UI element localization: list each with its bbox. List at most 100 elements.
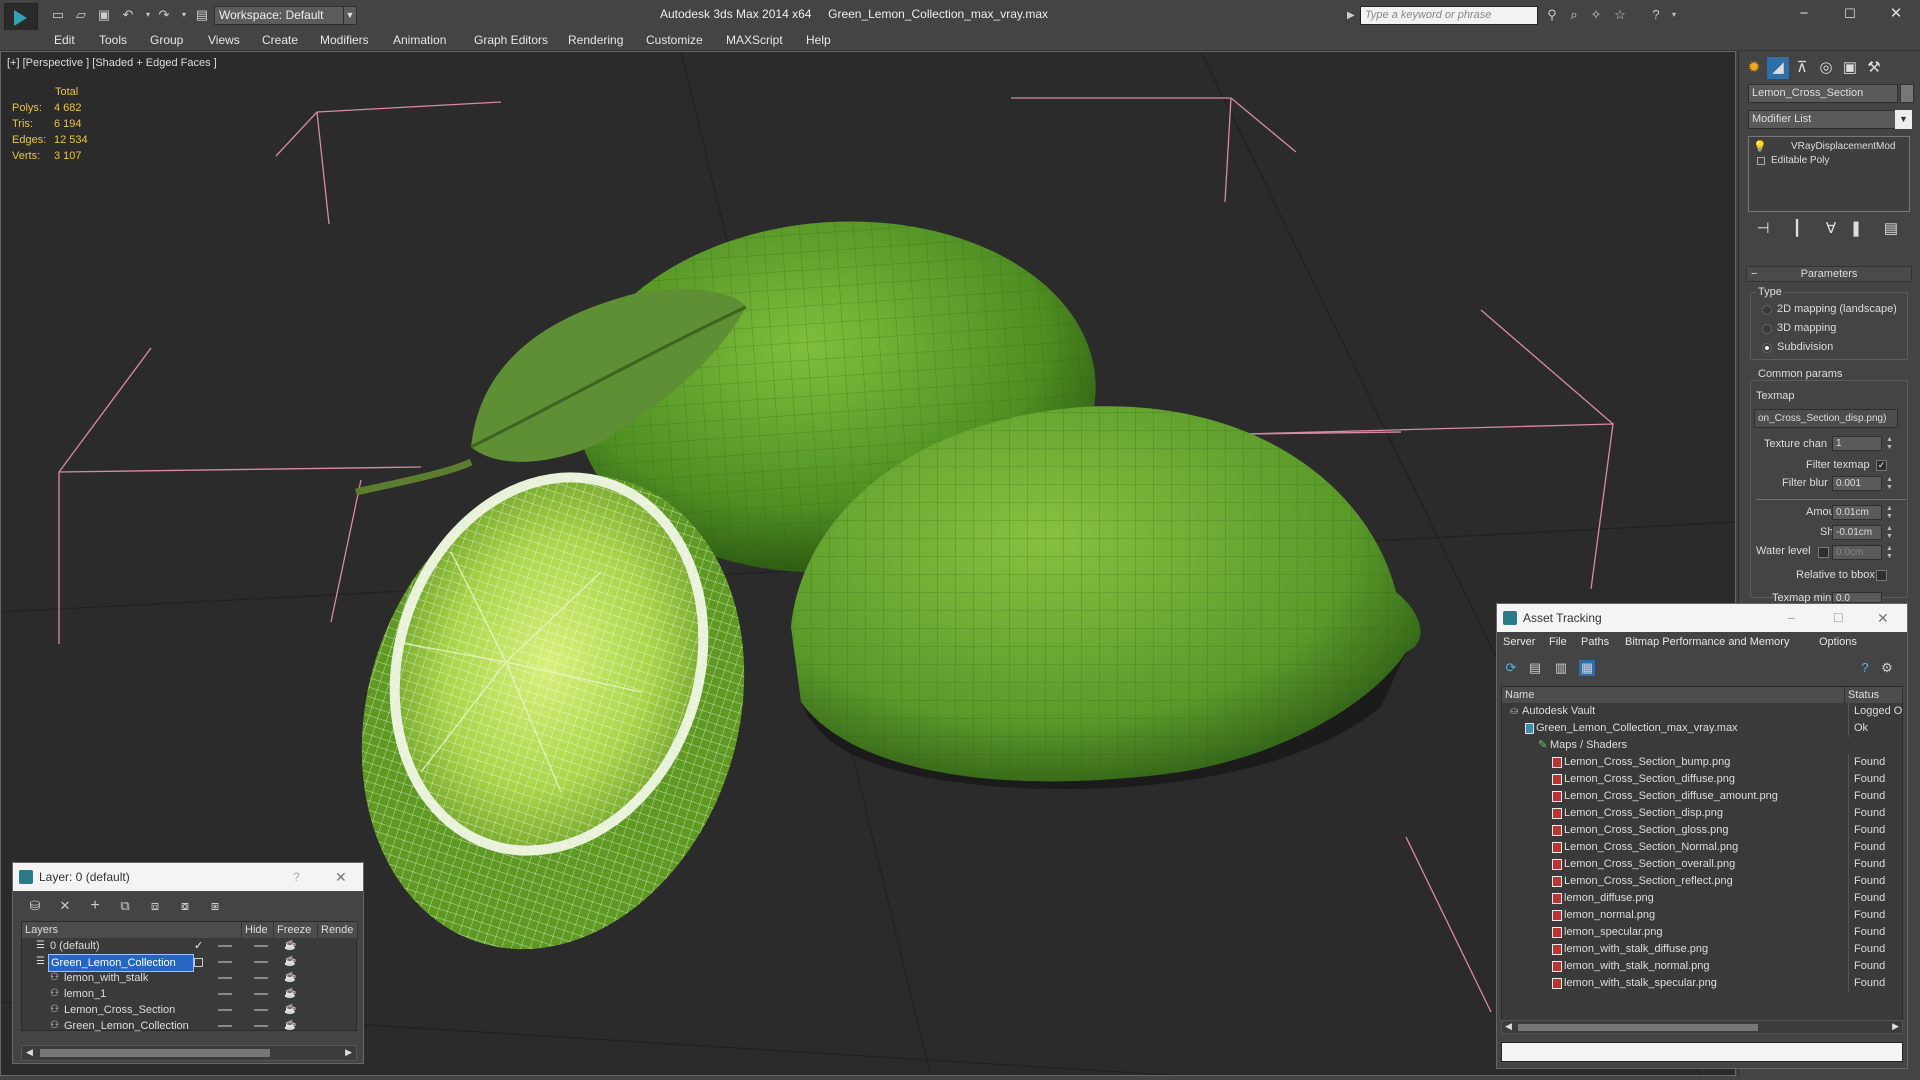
freeze-toggle[interactable] xyxy=(254,961,268,963)
table-view-icon[interactable]: ▦ xyxy=(1579,660,1595,676)
asset-name[interactable]: Lemon_Cross_Section_Normal.png xyxy=(1564,839,1842,856)
spinner-arrows-icon[interactable]: ▲ ▼ xyxy=(1886,476,1894,493)
col-layers[interactable]: Layers xyxy=(22,922,242,938)
menu-modifiers[interactable]: Modifiers xyxy=(320,33,369,47)
freeze-toggle[interactable] xyxy=(254,977,268,979)
settings-icon[interactable]: ⚙ xyxy=(1879,660,1895,676)
option-subdivision[interactable]: Subdivision xyxy=(1777,341,1833,353)
close-icon[interactable]: ✕ xyxy=(1886,4,1906,24)
asset-name[interactable]: lemon_specular.png xyxy=(1564,924,1842,941)
modifier-stack[interactable]: 💡 VRayDisplacementMod Editable Poly xyxy=(1748,136,1910,212)
menu-views[interactable]: Views xyxy=(208,33,240,47)
asset-name[interactable]: lemon_diffuse.png xyxy=(1564,890,1842,907)
col-name[interactable]: Name xyxy=(1502,687,1845,703)
show-end-result-icon[interactable]: ┃ xyxy=(1786,218,1808,240)
option-3d-mapping[interactable]: 3D mapping xyxy=(1777,322,1836,334)
refresh-icon[interactable]: ⟳ xyxy=(1503,660,1519,676)
option-2d-mapping[interactable]: 2D mapping (landscape) xyxy=(1777,303,1897,315)
render-teapot-icon[interactable]: ☕ xyxy=(284,1002,296,1018)
help-icon[interactable]: ? xyxy=(1648,7,1664,23)
list-view-icon[interactable]: ▤ xyxy=(1527,660,1543,676)
layer-row[interactable]: ⚇ lemon_with_stalk ☕ xyxy=(22,970,356,986)
layer-name[interactable]: 0 (default) xyxy=(48,938,102,954)
asset-row[interactable]: ✎ Maps / Shaders xyxy=(1502,737,1902,754)
hide-all-icon[interactable]: ⧇ xyxy=(177,898,193,914)
spinner-arrows-icon[interactable]: ▲ ▼ xyxy=(1886,505,1894,522)
help-icon[interactable]: ? xyxy=(1857,660,1873,676)
asset-name[interactable]: lemon_with_stalk_specular.png xyxy=(1564,975,1842,992)
water-level-checkbox[interactable] xyxy=(1818,547,1829,558)
texmap-button[interactable]: on_Cross_Section_disp.png) xyxy=(1754,409,1898,428)
layer-name[interactable]: lemon_with_stalk xyxy=(62,970,150,986)
thumbnail-view-icon[interactable]: ▥ xyxy=(1553,660,1569,676)
redo-icon[interactable]: ↷ xyxy=(156,7,172,23)
chevron-down-icon[interactable]: ▼ xyxy=(1895,110,1912,129)
app-logo-button[interactable] xyxy=(4,3,38,33)
asset-row[interactable]: Lemon_Cross_Section_bump.png Found xyxy=(1502,754,1902,771)
filter-blur-spinner[interactable]: 0.001 xyxy=(1832,476,1882,491)
freeze-toggle[interactable] xyxy=(254,945,268,947)
render-teapot-icon[interactable]: ☕ xyxy=(284,1018,296,1034)
asset-row[interactable]: lemon_with_stalk_diffuse.png Found xyxy=(1502,941,1902,958)
modifier-list-dropdown[interactable]: Modifier List xyxy=(1748,110,1896,129)
hide-toggle[interactable] xyxy=(218,993,232,995)
scroll-left-icon[interactable]: ◀ xyxy=(26,1047,33,1058)
col-render[interactable]: Rende xyxy=(318,922,358,938)
scroll-right-icon[interactable]: ▶ xyxy=(345,1047,352,1058)
scroll-right-icon[interactable]: ▶ xyxy=(1892,1021,1899,1032)
undo-icon[interactable]: ↶ xyxy=(120,7,136,23)
asset-row[interactable]: Lemon_Cross_Section_diffuse.png Found xyxy=(1502,771,1902,788)
radio-2d-mapping[interactable] xyxy=(1762,305,1772,315)
parameters-rollout-header[interactable]: − Parameters xyxy=(1746,266,1912,282)
maximize-icon[interactable]: ☐ xyxy=(1840,4,1860,24)
asset-row[interactable]: Lemon_Cross_Section_reflect.png Found xyxy=(1502,873,1902,890)
create-layer-icon[interactable]: ⛁ xyxy=(27,898,43,914)
asset-name[interactable]: lemon_with_stalk_diffuse.png xyxy=(1564,941,1842,958)
asset-row[interactable]: Lemon_Cross_Section_disp.png Found xyxy=(1502,805,1902,822)
minimize-icon[interactable]: − xyxy=(1787,604,1795,632)
asset-name[interactable]: Lemon_Cross_Section_disp.png xyxy=(1564,805,1842,822)
texture-chan-spinner[interactable]: 1 xyxy=(1832,436,1882,451)
scroll-left-icon[interactable]: ◀ xyxy=(1505,1021,1512,1032)
hide-toggle[interactable] xyxy=(218,945,232,947)
asset-menu-bitmap-performance[interactable]: Bitmap Performance and Memory xyxy=(1625,636,1789,648)
asset-name[interactable]: Lemon_Cross_Section_reflect.png xyxy=(1564,873,1842,890)
object-name-field[interactable]: Lemon_Cross_Section xyxy=(1748,84,1898,103)
layer-row[interactable]: ⚇ Lemon_Cross_Section ☕ xyxy=(22,1002,356,1018)
col-freeze[interactable]: Freeze xyxy=(274,922,318,938)
render-teapot-icon[interactable]: ☕ xyxy=(284,970,296,986)
dialog-title-bar[interactable]: Asset Tracking − ☐ ✕ xyxy=(1497,604,1907,632)
horizontal-scrollbar[interactable]: ◀ ▶ xyxy=(1501,1020,1903,1034)
help-dropdown-icon[interactable]: ▾ xyxy=(1666,7,1682,23)
highlight-layer-icon[interactable]: ⧈ xyxy=(147,898,163,914)
freeze-toggle[interactable] xyxy=(254,993,268,995)
menu-tools[interactable]: Tools xyxy=(99,33,127,47)
current-layer-check-icon[interactable]: ✓ xyxy=(194,938,203,954)
scrollbar-thumb[interactable] xyxy=(40,1049,270,1057)
render-teapot-icon[interactable]: ☕ xyxy=(284,938,296,954)
asset-name[interactable]: Autodesk Vault xyxy=(1522,703,1842,720)
asset-row[interactable]: lemon_normal.png Found xyxy=(1502,907,1902,924)
add-to-layer-icon[interactable]: + xyxy=(87,898,103,914)
set-current-box-icon[interactable] xyxy=(194,958,203,967)
asset-name[interactable]: lemon_with_stalk_normal.png xyxy=(1564,958,1842,975)
asset-row[interactable]: ⛀ Autodesk Vault Logged O xyxy=(1502,703,1902,720)
binoculars-icon[interactable]: ⚲ xyxy=(1544,7,1560,23)
layer-row[interactable]: ☰ 0 (default) ✓ ☕ xyxy=(22,938,356,954)
asset-path-field[interactable] xyxy=(1501,1042,1903,1062)
freeze-toggle[interactable] xyxy=(254,1025,268,1027)
create-tab-icon[interactable]: ✹ xyxy=(1743,57,1765,79)
select-objects-icon[interactable]: ⧉ xyxy=(117,898,133,914)
configure-sets-icon[interactable]: ▤ xyxy=(1880,218,1902,240)
asset-name[interactable]: Lemon_Cross_Section_bump.png xyxy=(1564,754,1842,771)
layer-name[interactable]: Green_Lemon_Collection xyxy=(62,1018,191,1034)
asset-row[interactable]: lemon_with_stalk_specular.png Found xyxy=(1502,975,1902,992)
spinner-arrows-icon[interactable]: ▲ ▼ xyxy=(1886,436,1894,453)
dialog-title-bar[interactable]: Layer: 0 (default) ? ✕ xyxy=(13,863,363,891)
layer-name[interactable]: lemon_1 xyxy=(62,986,108,1002)
asset-row[interactable]: Lemon_Cross_Section_Normal.png Found xyxy=(1502,839,1902,856)
pin-stack-icon[interactable]: ⊣ xyxy=(1752,218,1774,240)
menu-customize[interactable]: Customize xyxy=(646,33,703,47)
asset-row[interactable]: Lemon_Cross_Section_overall.png Found xyxy=(1502,856,1902,873)
project-folder-icon[interactable]: ▤ xyxy=(194,7,210,23)
